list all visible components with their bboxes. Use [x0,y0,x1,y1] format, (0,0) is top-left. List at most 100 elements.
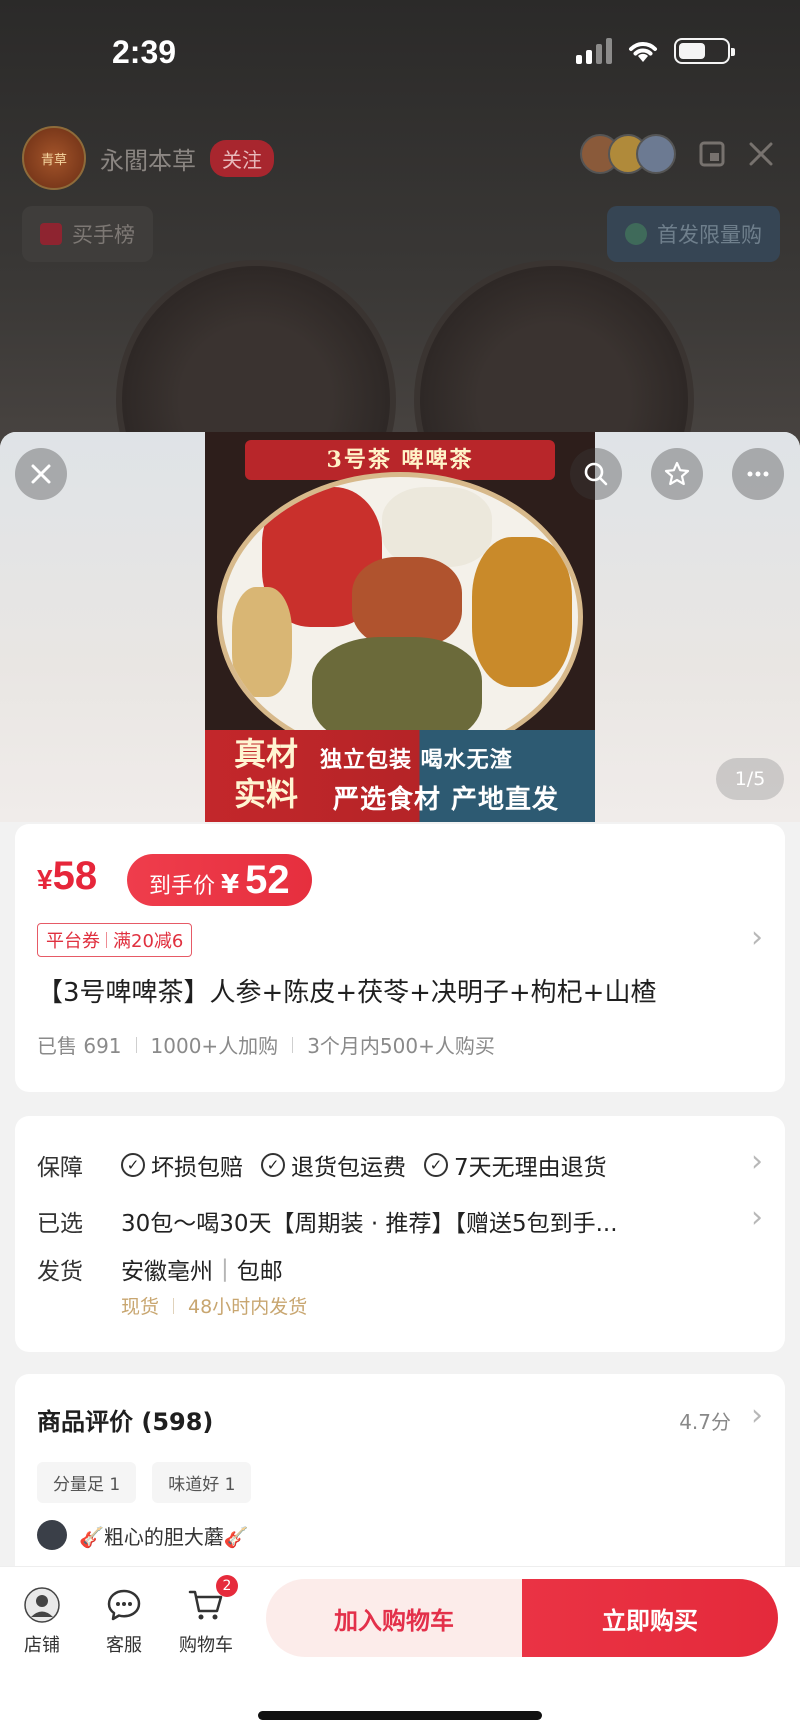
final-price-pill: 到手价 ¥ 52 [127,854,312,906]
review-tag[interactable]: 味道好 1 [152,1462,252,1503]
orange-peel-herb [472,537,572,687]
wifi-icon [629,42,657,62]
search-button[interactable] [570,448,622,500]
cart-nav-button[interactable]: 2 购物车 [168,1575,244,1657]
follow-button[interactable]: 关注 [210,139,274,177]
guarantee-row[interactable]: 保障 ✓ 坏损包赔 ✓ 退货包运费 ✓ 7天无理由退货 [37,1148,625,1182]
bottom-action-bar: 店铺 客服 2 购物车 加入购物车 立即购买 [0,1566,800,1733]
coupon-type: 平台券 [46,931,100,952]
shop-label: 店铺 [24,1635,60,1656]
star-icon [664,461,690,486]
real-material-label: 真材 实料 [233,735,298,813]
close-sheet-button[interactable] [15,448,67,500]
shop-nav-button[interactable]: 店铺 [4,1585,80,1657]
check-icon: ✓ [121,1153,145,1177]
product-image[interactable]: 3号茶 啤啤茶 真材 实料 独立包装 喝水无渣 严选食材 产地直发 [205,432,595,822]
product-sheet: 3号茶 啤啤茶 真材 实料 独立包装 喝水无渣 严选食材 产地直发 1/5 ¥5… [0,432,800,1733]
sold-count: 已售 691 [37,1034,122,1058]
review-username: 🎸粗心的胆大蘑🎸 [79,1524,249,1549]
product-title: 【3号啤啤茶】人参+陈皮+茯苓+决明子+枸杞+山楂 [37,978,657,1008]
service-label: 客服 [106,1635,142,1656]
viewer-avatars[interactable] [580,134,676,174]
final-price-value: 52 [245,858,290,902]
guarantee-item: ✓ 退货包运费 [261,1148,406,1182]
pip-icon[interactable] [698,140,726,168]
selected-row[interactable]: 已选 30包～喝30天【周期装 · 推荐】【赠送5包到手... [37,1204,618,1238]
review-score: 4.7分 [679,1410,731,1434]
guarantee-item: ✓ 坏损包赔 [121,1148,243,1182]
shipping-key: 发货 [37,1259,83,1285]
sales-stats: 已售 691 1000+人加购 3个月内500+人购买 [37,1030,495,1059]
chevron-right-icon[interactable]: › [751,920,763,955]
shipping-row: 发货 安徽亳州 | 包邮 [37,1252,283,1286]
product-gallery[interactable]: 3号茶 啤啤茶 真材 实料 独立包装 喝水无渣 严选食材 产地直发 1/5 [0,432,800,822]
ranking-icon [40,223,62,245]
price-card: ¥58 到手价 ¥ 52 平台券 满20减6 › 【3号啤啤茶】人参+陈皮+茯苓… [15,824,785,1092]
coupon-value: 满20减6 [113,931,184,952]
search-icon [584,462,608,486]
platform-coupon[interactable]: 平台券 满20减6 [37,923,193,957]
check-icon: ✓ [424,1153,448,1177]
dress-icon [625,223,647,245]
limited-purchase-badge[interactable]: 首发限量购 [607,206,780,262]
cart-label: 购物车 [179,1635,233,1656]
service-card: 保障 ✓ 坏损包赔 ✓ 退货包运费 ✓ 7天无理由退货 › 已选 30包～喝30天【周… [15,1116,785,1352]
more-icon [747,471,769,477]
image-slogan-1: 独立包装 喝水无渣 [320,747,513,773]
guarantee-item: ✓ 7天无理由退货 [424,1148,607,1182]
live-controls [580,134,774,174]
ship-time: 48小时内发货 [188,1296,308,1318]
chevron-right-icon[interactable]: › [751,1200,763,1235]
bought-count: 3个月内500+人购买 [307,1034,495,1058]
add-to-cart-button[interactable]: 加入购物车 [266,1579,522,1657]
status-icons [576,38,735,64]
buyer-ranking-badge[interactable]: 买手榜 [22,206,153,262]
signal-icon [576,38,612,64]
added-count: 1000+人加购 [150,1034,279,1058]
ginseng-herb [232,587,292,697]
chevron-right-icon[interactable]: › [751,1144,763,1179]
buy-now-button[interactable]: 立即购买 [522,1579,778,1657]
hawthorn-herb [352,557,462,647]
chevron-right-icon[interactable]: › [751,1398,763,1433]
favorite-button[interactable] [651,448,703,500]
close-icon [31,464,51,484]
original-price: ¥58 [37,854,98,898]
check-icon: ✓ [261,1153,285,1177]
customer-service-button[interactable]: 客服 [86,1585,162,1657]
avatar [37,1520,67,1550]
selected-key: 已选 [37,1211,83,1237]
home-indicator[interactable] [258,1711,542,1720]
review-title: 商品评价 (598) [37,1408,214,1436]
review-user: 🎸粗心的胆大蘑🎸 [37,1520,249,1550]
more-button[interactable] [732,448,784,500]
limited-purchase-label: 首发限量购 [657,223,762,247]
herb-plate [217,472,583,762]
cart-icon: 2 [186,1575,238,1625]
battery-icon [674,38,735,64]
live-background: 2:39 青草 永閻本草 关注 买手榜 首发限量购 [0,0,800,470]
status-time: 2:39 [112,34,177,70]
review-tags: 分量足 1 味道好 1 [37,1462,252,1503]
poria-herb [382,487,492,567]
image-slogan-2: 严选食材 产地直发 [333,785,560,815]
image-footer: 真材 实料 独立包装 喝水无渣 严选食材 产地直发 [205,730,595,822]
shop-name[interactable]: 永閻本草 [100,141,196,176]
shop-avatar[interactable]: 青草 [22,126,86,190]
close-live-icon[interactable] [748,141,774,167]
final-price-label: 到手价 [149,874,216,899]
review-tag[interactable]: 分量足 1 [37,1462,137,1503]
stock-status: 现货 [121,1296,160,1318]
stock-info: 现货 48小时内发货 [121,1292,307,1319]
ship-from: 安徽亳州 [121,1259,213,1285]
page-indicator: 1/5 [716,758,784,800]
buyer-ranking-label: 买手榜 [72,223,135,247]
status-bar: 2:39 [0,0,800,100]
cart-count-badge: 2 [216,1575,238,1597]
shop-avatar-icon [22,1585,62,1625]
free-shipping: 包邮 [236,1259,283,1285]
live-header: 青草 永閻本草 关注 [22,126,274,190]
chat-icon [104,1585,144,1625]
cta-group: 加入购物车 立即购买 [266,1579,778,1657]
selected-value: 30包～喝30天【周期装 · 推荐】【赠送5包到手... [121,1211,618,1237]
